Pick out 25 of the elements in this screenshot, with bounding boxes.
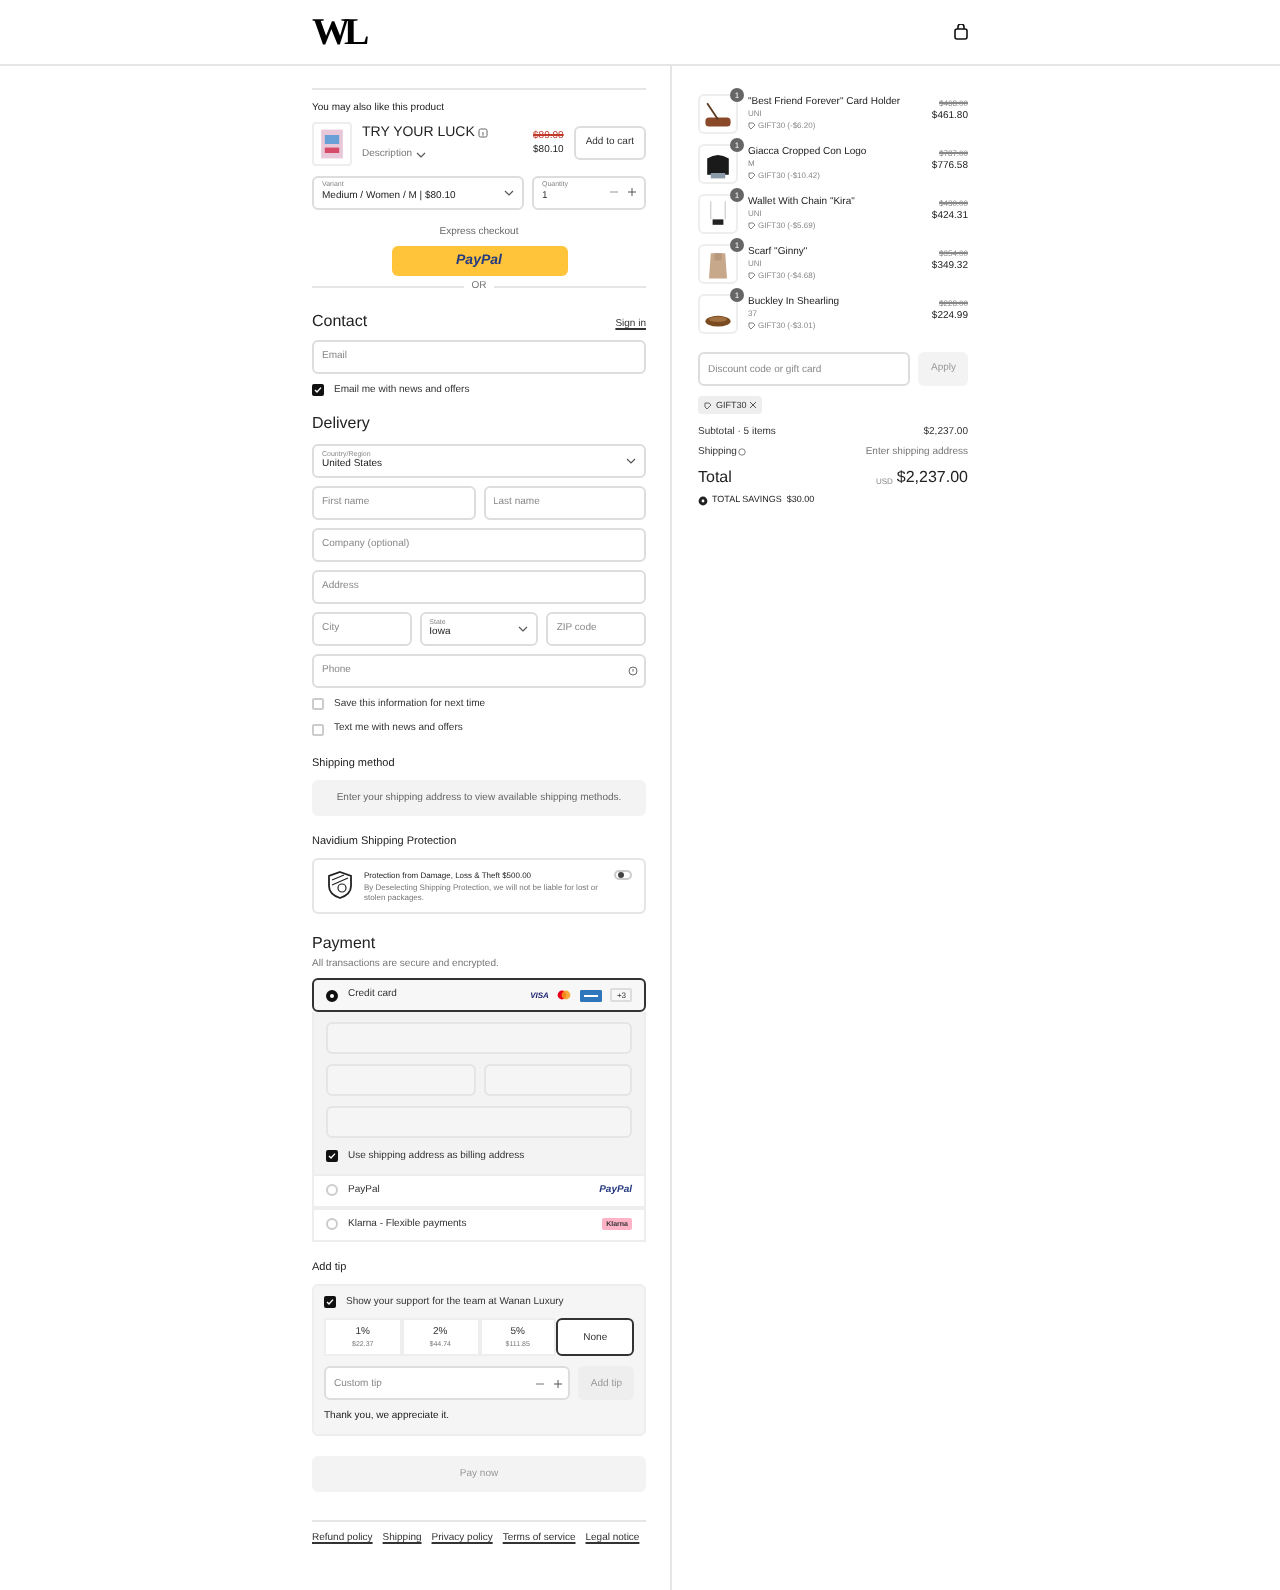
section-title: Delivery — [312, 414, 372, 436]
caret-icon — [416, 152, 427, 159]
caret-icon — [504, 189, 514, 195]
caret-icon — [626, 457, 636, 464]
logo[interactable]: WL — [312, 13, 364, 51]
checkbox[interactable] — [312, 723, 324, 736]
help-icon[interactable] — [628, 665, 638, 676]
section-title: Payment — [312, 934, 378, 956]
shopping-bag-icon[interactable] — [954, 24, 968, 40]
plus-icon[interactable] — [628, 188, 636, 196]
radio-button[interactable] — [326, 989, 338, 1002]
help-icon[interactable] — [738, 447, 747, 456]
shield-icon — [326, 870, 354, 901]
section-title: Contact — [312, 311, 368, 332]
info-icon[interactable] — [478, 128, 489, 139]
toggle-switch[interactable] — [614, 870, 632, 881]
caret-icon — [518, 625, 529, 632]
checkbox[interactable] — [312, 698, 324, 711]
minus-icon[interactable] — [536, 1379, 545, 1388]
plus-icon[interactable] — [554, 1379, 563, 1388]
close-icon[interactable] — [750, 402, 757, 408]
card-logo-icon — [556, 990, 573, 1001]
card-logo-icon — [580, 989, 603, 1002]
total-value: $2,237.00 — [896, 468, 968, 489]
total-label: Total — [698, 468, 732, 489]
